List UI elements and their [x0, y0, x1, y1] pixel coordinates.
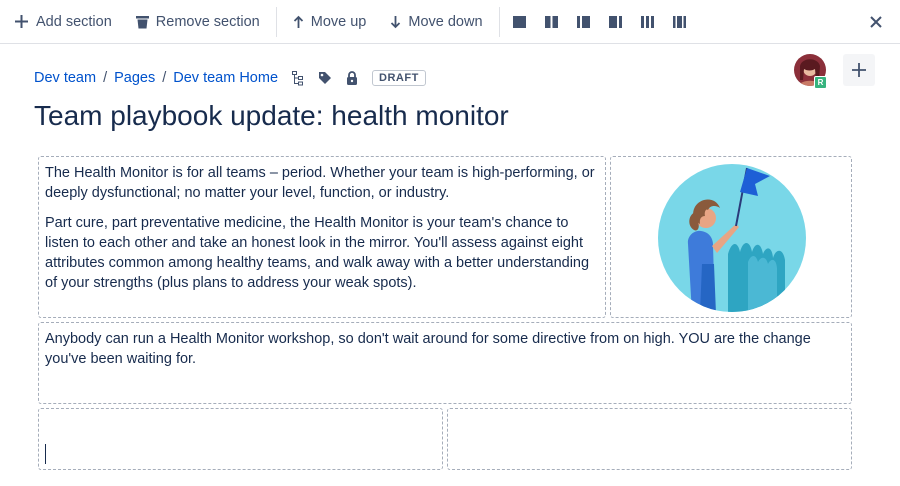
team-illustration-image[interactable]: [656, 162, 808, 314]
breadcrumb-separator: /: [103, 70, 108, 86]
tag-icon[interactable]: [318, 71, 332, 85]
breadcrumb-item-dev-team[interactable]: Dev team: [34, 70, 96, 86]
layout-sidebar-left-button[interactable]: [568, 0, 600, 44]
trash-icon: [135, 15, 149, 28]
move-down-button[interactable]: Move down: [378, 0, 494, 44]
close-icon: [870, 16, 882, 28]
breadcrumb-item-pages[interactable]: Pages: [114, 70, 155, 86]
plus-icon: [15, 15, 28, 28]
remove-section-button[interactable]: Remove section: [124, 0, 272, 44]
layout-cell-text[interactable]: Anybody can run a Health Monitor worksho…: [38, 322, 852, 404]
layout-three-columns-button[interactable]: [632, 0, 664, 44]
paragraph[interactable]: Anybody can run a Health Monitor worksho…: [45, 329, 845, 369]
status-badge: DRAFT: [372, 70, 426, 86]
layout-two-columns-button[interactable]: [536, 0, 568, 44]
add-collaborator-button[interactable]: [843, 54, 875, 86]
layout-cell-image[interactable]: [610, 156, 852, 318]
lock-icon[interactable]: [346, 70, 358, 86]
layout-sidebar-right-icon: [609, 15, 623, 28]
page-title[interactable]: Team playbook update: health monitor: [34, 100, 509, 132]
breadcrumb-separator: /: [162, 70, 167, 86]
paragraph[interactable]: Part cure, part preventative medicine, t…: [45, 213, 599, 293]
toolbar-divider: [275, 6, 277, 37]
layout-sidebar-right-button[interactable]: [600, 0, 632, 44]
layout-single-icon: [513, 15, 527, 28]
arrow-down-icon: [391, 15, 401, 28]
layout-three-columns-sidebars-button[interactable]: [664, 0, 696, 44]
avatar-status-badge: R: [814, 76, 827, 89]
add-section-label: Add section: [36, 13, 112, 30]
breadcrumb-item-dev-team-home[interactable]: Dev team Home: [173, 70, 278, 86]
layout-three-columns-sidebars-icon: [673, 15, 687, 28]
layout-three-columns-icon: [641, 15, 655, 28]
remove-section-label: Remove section: [155, 13, 260, 30]
move-up-button[interactable]: Move up: [281, 0, 379, 44]
breadcrumb: Dev team / Pages / Dev team Home DRAFT: [34, 70, 426, 86]
move-up-label: Move up: [310, 13, 367, 30]
arrow-up-icon: [293, 15, 303, 28]
text-cursor: [45, 444, 46, 464]
page-tree-icon[interactable]: [292, 70, 304, 86]
close-button[interactable]: [866, 12, 886, 32]
layout-cell-text[interactable]: The Health Monitor is for all teams – pe…: [38, 156, 606, 318]
layout-cell-empty[interactable]: [447, 408, 852, 470]
move-down-label: Move down: [408, 13, 483, 30]
toolbar-divider: [498, 6, 500, 37]
add-section-button[interactable]: Add section: [0, 0, 124, 44]
paragraph[interactable]: The Health Monitor is for all teams – pe…: [45, 163, 599, 203]
editor-toolbar: Add section Remove section Move up Move …: [0, 0, 900, 44]
layout-single-column-button[interactable]: [504, 0, 536, 44]
layout-two-columns-icon: [545, 15, 559, 28]
layout-cell-empty[interactable]: [38, 408, 443, 470]
plus-icon: [852, 63, 866, 77]
layout-sidebar-left-icon: [577, 15, 591, 28]
